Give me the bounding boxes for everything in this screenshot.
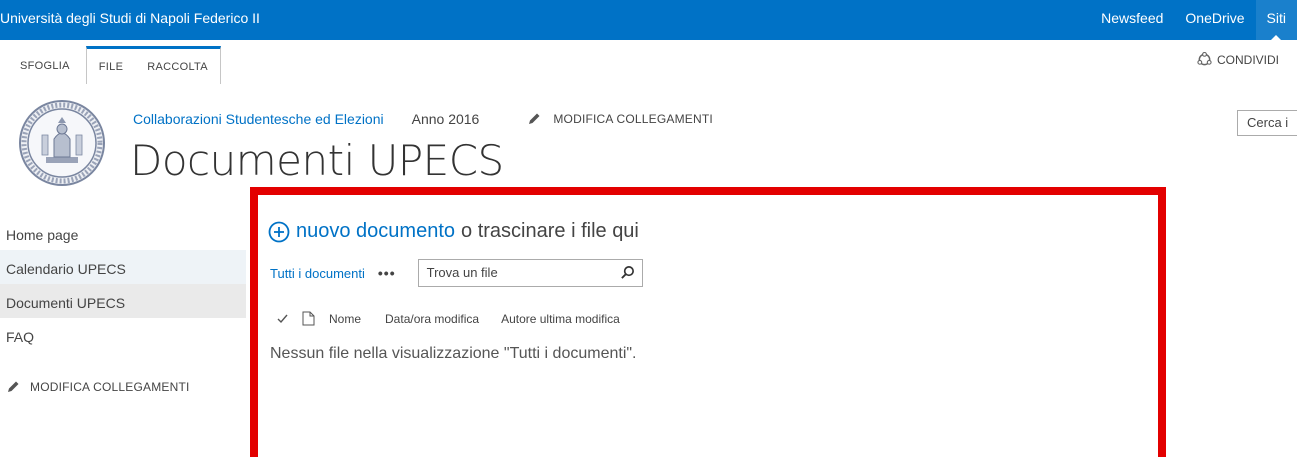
pencil-icon xyxy=(8,381,19,392)
tab-sfoglia[interactable]: SFOGLIA xyxy=(8,46,82,84)
document-type-icon xyxy=(302,311,315,326)
empty-view-message: Nessun file nella visualizzazione "Tutti… xyxy=(270,345,637,362)
view-row: Tutti i documenti ••• Trova un file xyxy=(270,259,643,287)
column-name[interactable]: Nome xyxy=(329,312,361,326)
edit-links-nav-label: MODIFICA COLLEGAMENTI xyxy=(30,380,190,394)
tab-file[interactable]: FILE xyxy=(87,49,135,87)
add-circle-icon[interactable] xyxy=(268,221,290,243)
column-headers: Nome Data/ora modifica Autore ultima mod… xyxy=(277,311,644,326)
new-document-link[interactable]: nuovo documento xyxy=(296,220,455,243)
page-title: Documenti UPECS xyxy=(130,136,504,185)
nav-item-calendario[interactable]: Calendario UPECS xyxy=(0,250,246,284)
share-label: CONDIVIDI xyxy=(1216,52,1279,67)
find-file-input[interactable]: Trova un file xyxy=(417,259,643,287)
suite-bar: Università degli Studi di Napoli Federic… xyxy=(0,0,1297,40)
site-search-input[interactable]: Cerca i xyxy=(1237,110,1297,136)
breadcrumb-site-link[interactable]: Collaborazioni Studentesche ed Elezioni xyxy=(133,111,384,127)
select-all-check-icon[interactable] xyxy=(277,313,288,324)
breadcrumb: Collaborazioni Studentesche ed Elezioni … xyxy=(133,111,713,127)
ribbon-contextual-group: FILE RACCOLTA xyxy=(85,46,221,87)
edit-links-top-label: MODIFICA COLLEGAMENTI xyxy=(553,112,713,126)
column-modified-by[interactable]: Autore ultima modifica xyxy=(501,312,620,326)
search-icon[interactable] xyxy=(620,265,635,280)
tab-raccolta[interactable]: RACCOLTA xyxy=(135,49,220,87)
find-file-placeholder: Trova un file xyxy=(426,265,498,280)
ribbon: SFOGLIA FILE RACCOLTA CONDIVIDI xyxy=(0,40,1297,84)
nav-item-home[interactable]: Home page xyxy=(0,216,246,250)
share-icon xyxy=(1197,52,1212,66)
suite-link-newsfeed[interactable]: Newsfeed xyxy=(1090,0,1174,40)
nav-item-documenti[interactable]: Documenti UPECS xyxy=(0,284,246,318)
new-document-row: nuovo documento o trascinare i file qui xyxy=(268,220,639,243)
edit-links-top[interactable]: MODIFICA COLLEGAMENTI xyxy=(527,112,713,126)
view-all-documents-link[interactable]: Tutti i documenti xyxy=(270,266,365,281)
suite-link-siti[interactable]: Siti xyxy=(1255,0,1297,40)
university-seal-logo[interactable] xyxy=(18,99,106,187)
edit-links-nav[interactable]: MODIFICA COLLEGAMENTI xyxy=(6,380,190,394)
suite-title[interactable]: Università degli Studi di Napoli Federic… xyxy=(0,10,260,26)
suite-link-onedrive[interactable]: OneDrive xyxy=(1174,0,1255,40)
share-button[interactable]: CONDIVIDI xyxy=(1197,52,1279,67)
column-modified[interactable]: Data/ora modifica xyxy=(385,312,479,326)
left-nav: Home page Calendario UPECS Documenti UPE… xyxy=(0,216,246,394)
breadcrumb-year-link[interactable]: Anno 2016 xyxy=(412,111,480,127)
ribbon-tabs: SFOGLIA FILE RACCOLTA xyxy=(8,46,221,84)
drag-files-hint: o trascinare i file qui xyxy=(461,220,639,242)
pencil-icon xyxy=(529,113,540,124)
nav-item-faq[interactable]: FAQ xyxy=(0,318,246,352)
more-views-button[interactable]: ••• xyxy=(378,265,396,281)
suite-links: Newsfeed OneDrive Siti xyxy=(1090,0,1297,40)
